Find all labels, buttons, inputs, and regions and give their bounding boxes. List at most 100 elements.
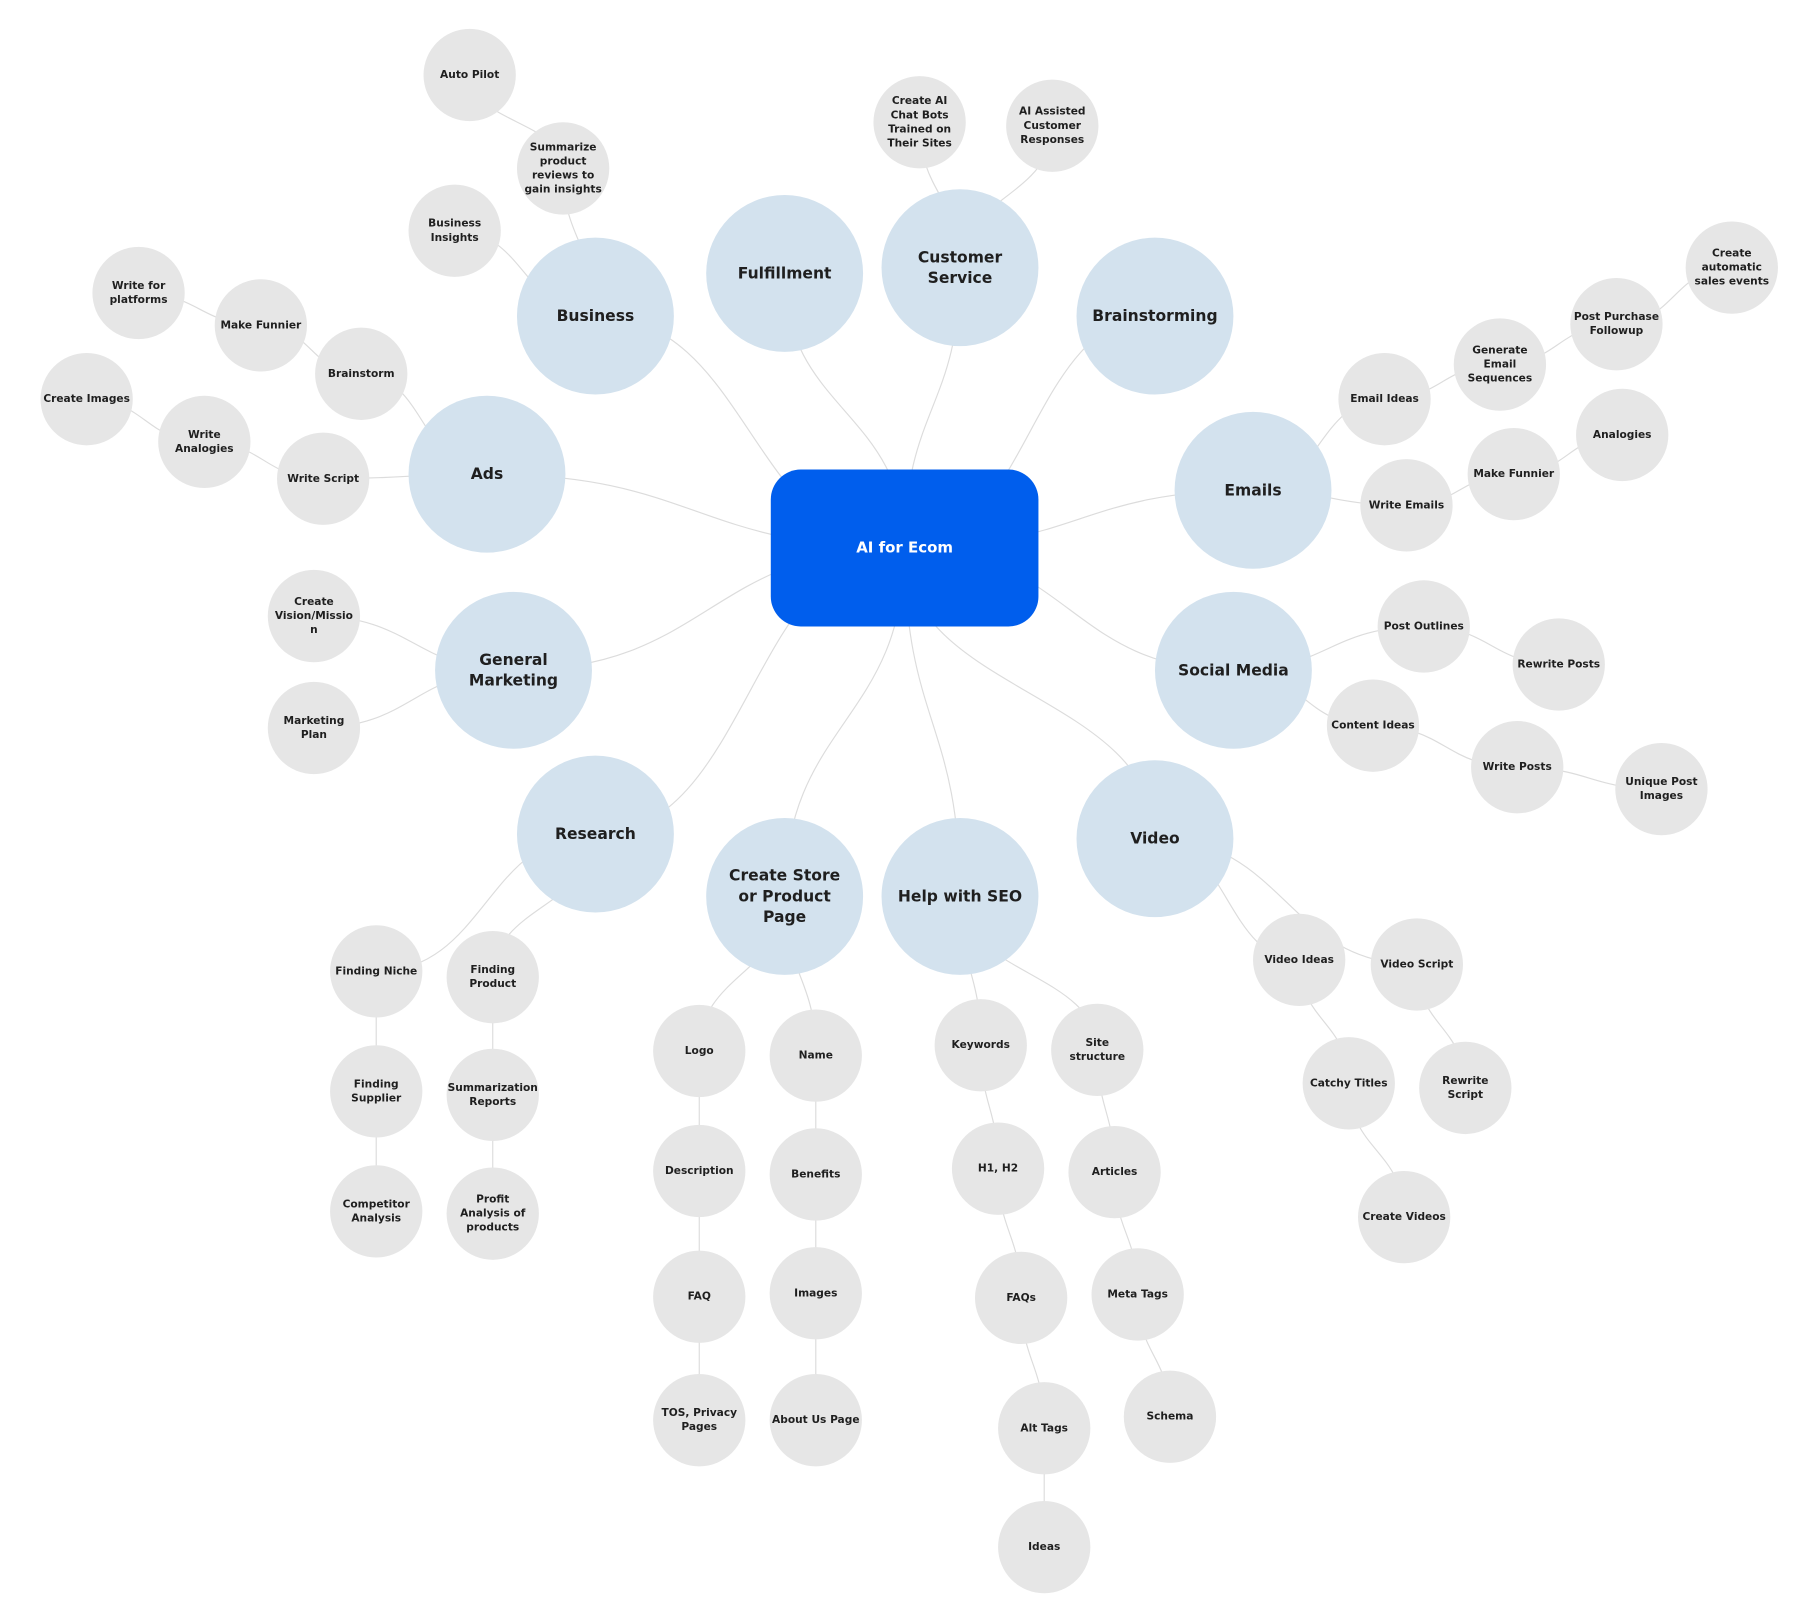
- branch-node-fulfillment[interactable]: Fulfillment: [706, 194, 864, 352]
- branch-node-label: Emails: [1224, 481, 1281, 499]
- branch-node-research[interactable]: Research: [516, 755, 674, 913]
- leaf-node-create-vision-mission[interactable]: Create Vision/Missio n: [267, 569, 361, 663]
- leaf-node-profit-analysis-of-products[interactable]: Profit Analysis of products: [446, 1167, 539, 1260]
- leaf-node-faq[interactable]: FAQ: [653, 1250, 746, 1343]
- leaf-node-unique-post-images[interactable]: Unique Post Images: [1615, 742, 1708, 836]
- branch-node-label: Business: [557, 307, 635, 325]
- leaf-node-label: Auto Pilot: [440, 68, 499, 81]
- leaf-node-competitor-analysis[interactable]: Competitor Analysis: [330, 1165, 423, 1258]
- leaf-node-create-images[interactable]: Create Images: [40, 353, 133, 446]
- branch-node-brainstorming[interactable]: Brainstorming: [1076, 237, 1234, 395]
- leaf-node-ai-assisted-customer-responses[interactable]: AI Assisted Customer Responses: [1006, 79, 1099, 172]
- leaf-node-label: Write for platforms: [110, 279, 168, 306]
- leaf-node-label: Video Ideas: [1264, 953, 1334, 966]
- leaf-node-summarization-reports[interactable]: Summarization Reports: [446, 1048, 539, 1141]
- leaf-node-write-script[interactable]: Write Script: [277, 432, 370, 525]
- leaf-node-create-ai-chat-bots-trained-on-their-sites[interactable]: Create AI Chat Bots Trained on Their Sites: [873, 76, 966, 169]
- leaf-node-catchy-titles[interactable]: Catchy Titles: [1302, 1037, 1395, 1130]
- branch-node-create-store-or-product-page[interactable]: Create Store or Product Page: [706, 817, 864, 975]
- branch-node-label: Brainstorming: [1092, 307, 1217, 325]
- branch-node-business[interactable]: Business: [516, 237, 674, 395]
- leaf-node-write-analogies[interactable]: Write Analogies: [158, 395, 251, 489]
- leaf-node-benefits[interactable]: Benefits: [769, 1128, 862, 1221]
- leaf-node-business-insights[interactable]: Business Insights: [408, 184, 501, 277]
- branch-node-emails[interactable]: Emails: [1174, 411, 1332, 569]
- leaf-node-auto-pilot[interactable]: Auto Pilot: [423, 28, 516, 122]
- leaf-node-label: Articles: [1092, 1165, 1138, 1178]
- leaf-node-h1-h2[interactable]: H1, H2: [951, 1122, 1045, 1215]
- leaf-node-about-us-page[interactable]: About Us Page: [769, 1374, 862, 1467]
- leaf-node-write-emails[interactable]: Write Emails: [1360, 459, 1453, 552]
- leaf-node-finding-supplier[interactable]: Finding Supplier: [330, 1045, 423, 1138]
- leaf-node-label: FAQ: [688, 1290, 711, 1303]
- leaf-node-rewrite-script[interactable]: Rewrite Script: [1419, 1041, 1512, 1135]
- leaf-node-description[interactable]: Description: [653, 1124, 746, 1218]
- branch-node-label: Video: [1130, 829, 1180, 847]
- leaf-node-marketing-plan[interactable]: Marketing Plan: [267, 681, 361, 775]
- leaf-node-images[interactable]: Images: [769, 1247, 862, 1340]
- leaf-node-label: Finding Supplier: [351, 1077, 402, 1104]
- leaf-node-make-funnier[interactable]: Make Funnier: [214, 279, 308, 372]
- branch-node-help-with-seo[interactable]: Help with SEO: [881, 817, 1039, 975]
- leaf-node-label: Create AI Chat Bots Trained on Their Sites: [887, 94, 951, 149]
- branch-node-ads[interactable]: Ads: [408, 395, 566, 553]
- leaf-node-brainstorm[interactable]: Brainstorm: [315, 327, 408, 420]
- leaf-node-label: Benefits: [791, 1167, 840, 1180]
- leaf-node-alt-tags[interactable]: Alt Tags: [998, 1382, 1091, 1475]
- leaf-node-finding-niche[interactable]: Finding Niche: [330, 925, 423, 1018]
- leaf-node-site-structure[interactable]: Site structure: [1051, 1003, 1144, 1096]
- leaf-node-label: Video Script: [1380, 957, 1453, 970]
- leaf-node-make-funnier[interactable]: Make Funnier: [1467, 428, 1560, 521]
- root-node[interactable]: AI for Ecom: [770, 469, 1039, 627]
- leaf-node-video-ideas[interactable]: Video Ideas: [1253, 913, 1346, 1007]
- leaf-node-logo[interactable]: Logo: [653, 1004, 746, 1098]
- leaf-node-create-videos[interactable]: Create Videos: [1358, 1170, 1451, 1264]
- leaf-node-label: Logo: [685, 1044, 714, 1057]
- leaf-node-label: Create Videos: [1362, 1210, 1445, 1223]
- branch-node-social-media[interactable]: Social Media: [1154, 591, 1312, 749]
- leaf-node-articles[interactable]: Articles: [1068, 1125, 1161, 1219]
- leaf-node-name[interactable]: Name: [769, 1009, 862, 1102]
- branch-node-general-marketing[interactable]: General Marketing: [435, 591, 592, 749]
- leaf-node-analogies[interactable]: Analogies: [1576, 388, 1669, 482]
- leaf-node-label: Keywords: [952, 1038, 1010, 1051]
- leaf-node-create-automatic-sales-events[interactable]: Create automatic sales events: [1685, 221, 1778, 314]
- leaf-node-content-ideas[interactable]: Content Ideas: [1326, 679, 1420, 772]
- leaf-node-label: Schema: [1147, 1410, 1194, 1423]
- leaf-node-ideas[interactable]: Ideas: [998, 1500, 1091, 1594]
- leaf-node-tos-privacy-pages[interactable]: TOS, Privacy Pages: [653, 1374, 746, 1467]
- leaf-node-video-script[interactable]: Video Script: [1370, 918, 1463, 1011]
- leaf-node-label: H1, H2: [978, 1162, 1018, 1175]
- leaf-node-faqs[interactable]: FAQs: [974, 1251, 1068, 1345]
- leaf-node-schema[interactable]: Schema: [1123, 1370, 1217, 1463]
- branch-node-video[interactable]: Video: [1076, 760, 1234, 918]
- leaf-node-meta-tags[interactable]: Meta Tags: [1091, 1248, 1184, 1341]
- leaf-node-keywords[interactable]: Keywords: [934, 999, 1027, 1092]
- leaf-node-label: Summarize product reviews to gain insights: [524, 140, 601, 195]
- branch-node-label: Research: [555, 825, 636, 843]
- leaf-node-label: Finding Product: [469, 963, 516, 990]
- leaf-node-label: Images: [794, 1286, 837, 1299]
- leaf-node-email-ideas[interactable]: Email Ideas: [1338, 353, 1431, 446]
- leaf-node-label: Rewrite Posts: [1517, 658, 1600, 671]
- leaf-node-label: Ideas: [1028, 1540, 1060, 1553]
- leaf-node-write-posts[interactable]: Write Posts: [1471, 721, 1564, 814]
- leaf-node-label: Name: [799, 1049, 833, 1062]
- leaf-node-label: Content Ideas: [1331, 719, 1414, 732]
- branch-node-label: Social Media: [1178, 661, 1289, 679]
- leaf-node-label: Business Insights: [428, 217, 481, 244]
- leaf-node-label: Competitor Analysis: [343, 1197, 411, 1224]
- leaf-node-label: Email Ideas: [1350, 392, 1419, 405]
- leaf-node-finding-product[interactable]: Finding Product: [446, 931, 539, 1024]
- leaf-node-label: Analogies: [1593, 428, 1652, 441]
- leaf-node-label: About Us Page: [772, 1413, 859, 1426]
- branch-node-customer-service[interactable]: Customer Service: [881, 189, 1039, 347]
- leaf-node-rewrite-posts[interactable]: Rewrite Posts: [1512, 618, 1605, 711]
- leaf-node-post-outlines[interactable]: Post Outlines: [1377, 580, 1470, 673]
- leaf-node-generate-email-sequences[interactable]: Generate Email Sequences: [1453, 318, 1547, 411]
- leaf-node-summarize-product-reviews-to-gain-insights[interactable]: Summarize product reviews to gain insights: [516, 122, 610, 215]
- branch-node-label: Help with SEO: [898, 887, 1022, 905]
- leaf-node-write-for-platforms[interactable]: Write for platforms: [92, 246, 185, 340]
- leaf-node-label: AI Assisted Customer Responses: [1019, 105, 1086, 146]
- leaf-node-post-purchase-followup[interactable]: Post Purchase Followup: [1570, 278, 1663, 371]
